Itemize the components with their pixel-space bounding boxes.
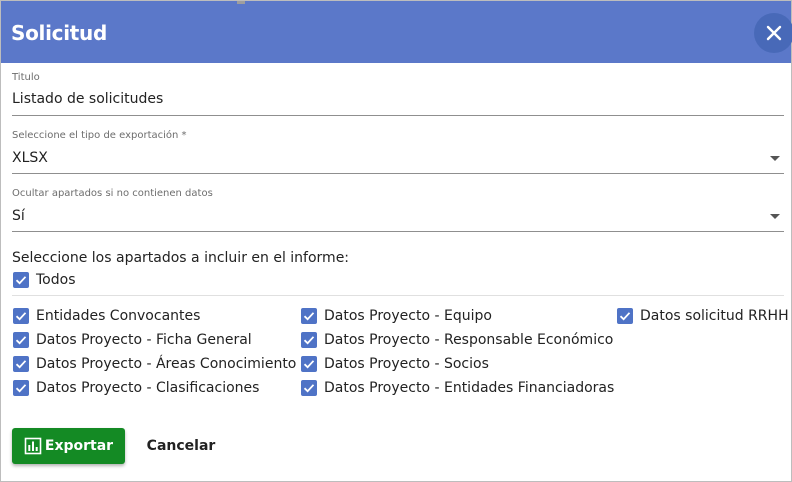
close-button[interactable]: [754, 13, 792, 53]
title-field-value: Listado de solicitudes: [12, 91, 164, 107]
checkbox-label: Datos Proyecto - Áreas Conocimiento: [36, 356, 297, 372]
divider: [12, 295, 784, 296]
checkbox-todos[interactable]: Todos: [13, 272, 75, 288]
hide-empty-sections-select[interactable]: Ocultar apartados si no contienen datos …: [12, 188, 784, 232]
checkbox-label: Entidades Convocantes: [36, 308, 201, 324]
checkbox-checked-icon: [13, 380, 29, 396]
close-icon: [766, 25, 782, 41]
checkbox-socios[interactable]: Datos Proyecto - Socios: [301, 356, 489, 372]
checkbox-checked-icon: [301, 308, 317, 324]
bar-chart-icon: [24, 437, 42, 455]
checkbox-ficha-general[interactable]: Datos Proyecto - Ficha General: [13, 332, 252, 348]
checkbox-label: Datos Proyecto - Socios: [324, 356, 489, 372]
export-type-select[interactable]: Seleccione el tipo de exportación * XLSX: [12, 130, 784, 174]
checkbox-entidades-financiadoras[interactable]: Datos Proyecto - Entidades Financiadoras: [301, 380, 614, 396]
checkbox-equipo[interactable]: Datos Proyecto - Equipo: [301, 308, 492, 324]
export-button-label: Exportar: [44, 438, 114, 454]
hide-empty-sections-value: Sí: [12, 208, 25, 224]
chevron-down-icon: [770, 214, 780, 219]
checkbox-datos-solicitud-rrhh[interactable]: Datos solicitud RRHH: [617, 308, 789, 324]
export-dialog: Solicitud Titulo Listado de solicitudes …: [0, 0, 792, 482]
dialog-title: Solicitud: [11, 21, 107, 45]
title-field[interactable]: Titulo Listado de solicitudes: [12, 72, 784, 116]
hide-empty-sections-label: Ocultar apartados si no contienen datos: [12, 188, 213, 199]
checkbox-checked-icon: [301, 332, 317, 348]
checkbox-checked-icon: [13, 308, 29, 324]
checkbox-responsable-economico[interactable]: Datos Proyecto - Responsable Económico: [301, 332, 613, 348]
checkbox-label: Datos Proyecto - Equipo: [324, 308, 492, 324]
checkbox-label: Todos: [36, 272, 76, 288]
checkbox-label: Datos solicitud RRHH: [640, 308, 789, 324]
checkbox-checked-icon: [301, 356, 317, 372]
checkbox-areas-conocimiento[interactable]: Datos Proyecto - Áreas Conocimiento: [13, 356, 296, 372]
checkbox-label: Datos Proyecto - Entidades Financiadoras: [324, 380, 615, 396]
export-type-value: XLSX: [12, 150, 48, 166]
checkbox-label: Datos Proyecto - Ficha General: [36, 332, 252, 348]
checkbox-checked-icon: [301, 380, 317, 396]
resize-grip: [237, 1, 245, 4]
title-field-label: Titulo: [12, 72, 40, 83]
checkbox-checked-icon: [617, 308, 633, 324]
cancel-button[interactable]: Cancelar: [141, 428, 221, 464]
checkbox-label: Datos Proyecto - Responsable Económico: [324, 332, 614, 348]
sections-prompt: Seleccione los apartados a incluir en el…: [12, 250, 350, 266]
export-type-label: Seleccione el tipo de exportación *: [12, 130, 187, 141]
checkbox-clasificaciones[interactable]: Datos Proyecto - Clasificaciones: [13, 380, 259, 396]
checkbox-checked-icon: [13, 332, 29, 348]
dialog-header: Solicitud: [1, 1, 792, 63]
chevron-down-icon: [770, 156, 780, 161]
checkbox-label: Datos Proyecto - Clasificaciones: [36, 380, 260, 396]
checkbox-checked-icon: [13, 272, 29, 288]
checkbox-entidades-convocantes[interactable]: Entidades Convocantes: [13, 308, 200, 324]
checkbox-checked-icon: [13, 356, 29, 372]
export-button[interactable]: Exportar: [12, 428, 125, 464]
